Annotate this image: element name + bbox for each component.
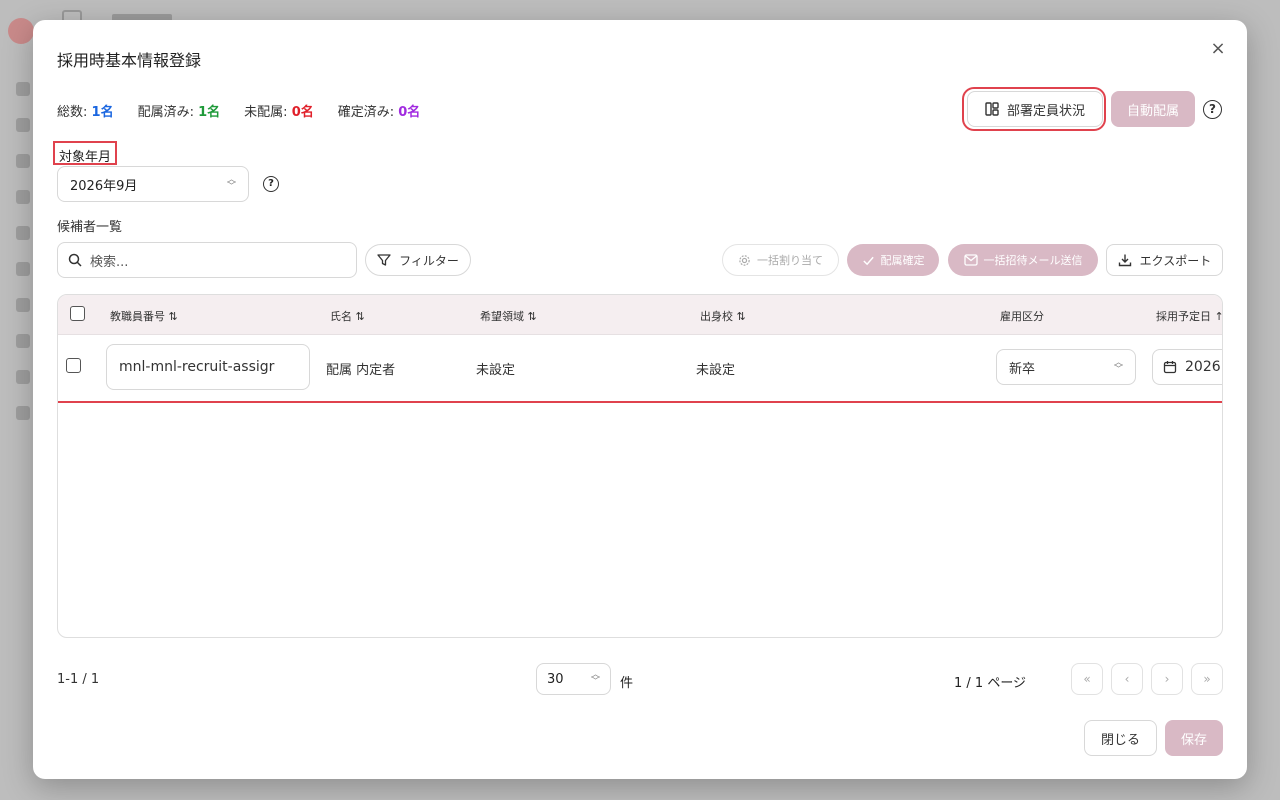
help-icon[interactable]: ? [263, 176, 279, 192]
chevron-up-down-icon: ︿ ﹀ [226, 175, 236, 192]
calendar-icon [1163, 361, 1177, 374]
mail-icon [963, 254, 978, 266]
employee-id-field[interactable]: mnl-mnl-recruit-assigr [106, 344, 310, 390]
column-header-desired-area[interactable]: 希望領域 ⇅ [480, 308, 537, 324]
sidebar-icon [16, 298, 30, 312]
bulk-assign-label: 一括割り当て [757, 254, 823, 267]
stat-total: 総数: 1名 [57, 101, 114, 120]
page-info: 1 / 1 ページ [954, 676, 1027, 691]
row-checkbox[interactable] [66, 358, 81, 373]
dept-status-label: 部署定員状況 [1006, 103, 1085, 119]
sidebar-icon [16, 334, 30, 348]
stat-unassigned-label: 未配属: [244, 105, 288, 120]
column-header-employment-type: 雇用区分 [1000, 310, 1044, 323]
column-header-name[interactable]: 氏名 ⇅ [330, 308, 365, 324]
last-page-icon[interactable]: » [1191, 663, 1223, 695]
candidate-name: 配属 内定者 [326, 363, 396, 378]
auto-assign-button[interactable]: 自動配属 [1111, 91, 1195, 127]
gear-icon [739, 254, 750, 266]
download-icon [1118, 254, 1131, 267]
bulk-mail-button[interactable]: 一括招待メール送信 [948, 244, 1098, 276]
stats-summary: 総数: 1名 配属済み: 1名 未配属: 0名 確定済み: 0名 [57, 101, 420, 120]
filter-icon [377, 254, 391, 266]
stat-confirmed-label: 確定済み: [337, 105, 395, 120]
table-header: 教職員番号 ⇅ 氏名 ⇅ 希望領域 ⇅ 出身校 ⇅ 雇用区分 採用予定日 ↑ [58, 295, 1222, 335]
target-month-label: 対象年月 [53, 141, 118, 165]
confirm-assignment-label: 配属確定 [880, 254, 925, 267]
table-row: mnl-mnl-recruit-assigr 配属 内定者 未設定 未設定 新卒… [58, 335, 1222, 403]
stat-unassigned-value: 0名 [291, 105, 314, 120]
column-header-employee-id[interactable]: 教職員番号 ⇅ [110, 308, 178, 324]
sidebar-icon [16, 226, 30, 240]
column-header-planned-date[interactable]: 採用予定日 ↑ [1156, 308, 1222, 324]
chevron-up-down-icon: ︿ ﹀ [1113, 358, 1123, 375]
stat-unassigned: 未配属: 0名 [244, 101, 314, 120]
confirm-assignment-button[interactable]: 配属確定 [847, 244, 939, 276]
next-page-icon[interactable]: › [1151, 663, 1183, 695]
desired-area-value: 未設定 [476, 363, 516, 378]
stat-assigned-value: 1名 [198, 105, 221, 120]
chevron-up-down-icon: ︿ ﹀ [590, 670, 600, 687]
planned-date-input[interactable]: 2026 [1152, 349, 1222, 385]
sidebar-icon [16, 154, 30, 168]
first-page-icon[interactable]: « [1071, 663, 1103, 695]
check-icon [862, 256, 874, 265]
close-button[interactable]: 閉じる [1084, 720, 1157, 756]
school-value: 未設定 [696, 363, 736, 378]
stat-confirmed-value: 0名 [398, 105, 421, 120]
select-all-checkbox[interactable] [70, 306, 85, 321]
target-month-value: 2026年9月 [70, 178, 138, 194]
modal-dialog: 採用時基本情報登録 × 総数: 1名 配属済み: 1名 未配属: 0名 確定済み… [33, 20, 1247, 779]
save-button[interactable]: 保存 [1165, 720, 1223, 756]
search-input[interactable]: 検索... [57, 242, 357, 278]
bulk-assign-button[interactable]: 一括割り当て [722, 244, 839, 276]
bulk-mail-label: 一括招待メール送信 [983, 254, 1083, 267]
help-icon[interactable]: ? [1203, 100, 1222, 119]
stat-assigned: 配属済み: 1名 [138, 101, 221, 120]
export-button[interactable]: エクスポート [1106, 244, 1223, 276]
employment-type-value: 新卒 [1009, 361, 1036, 377]
planned-date-value: 2026 [1185, 359, 1221, 375]
stat-assigned-label: 配属済み: [137, 105, 194, 120]
sidebar-icon [16, 82, 30, 96]
background-sidebar [0, 0, 34, 800]
layout-grid-icon [985, 102, 999, 116]
close-icon[interactable]: × [1209, 40, 1227, 58]
filter-button[interactable]: フィルター [365, 244, 471, 276]
candidates-label: 候補者一覧 [57, 220, 123, 235]
per-page-select[interactable]: 30 ︿ ﹀ [536, 663, 611, 695]
column-header-school[interactable]: 出身校 ⇅ [700, 308, 746, 324]
employment-type-select[interactable]: 新卒 ︿ ﹀ [996, 349, 1136, 385]
employee-id-value: mnl-mnl-recruit-assigr [119, 359, 275, 375]
stat-total-value: 1名 [91, 105, 114, 120]
sidebar-icon [16, 406, 30, 420]
filter-label: フィルター [399, 253, 459, 268]
export-label: エクスポート [1139, 253, 1212, 268]
search-placeholder: 検索... [90, 254, 129, 270]
app-logo [8, 18, 34, 44]
search-icon [68, 253, 82, 267]
stat-total-label: 総数: [57, 105, 88, 120]
candidates-table: 教職員番号 ⇅ 氏名 ⇅ 希望領域 ⇅ 出身校 ⇅ 雇用区分 採用予定日 ↑ m… [57, 294, 1223, 638]
sidebar-icon [16, 190, 30, 204]
dept-status-button[interactable]: 部署定員状況 [967, 91, 1103, 127]
sidebar-icon [16, 262, 30, 276]
sidebar-icon [16, 370, 30, 384]
stat-confirmed: 確定済み: 0名 [338, 101, 421, 120]
prev-page-icon[interactable]: ‹ [1111, 663, 1143, 695]
per-page-unit: 件 [620, 676, 634, 691]
per-page-value: 30 [547, 671, 564, 687]
modal-title: 採用時基本情報登録 [57, 51, 202, 70]
sidebar-icon [16, 118, 30, 132]
target-month-select[interactable]: 2026年9月 ︿ ﹀ [57, 166, 249, 202]
pagination-range: 1-1 / 1 [57, 672, 100, 687]
